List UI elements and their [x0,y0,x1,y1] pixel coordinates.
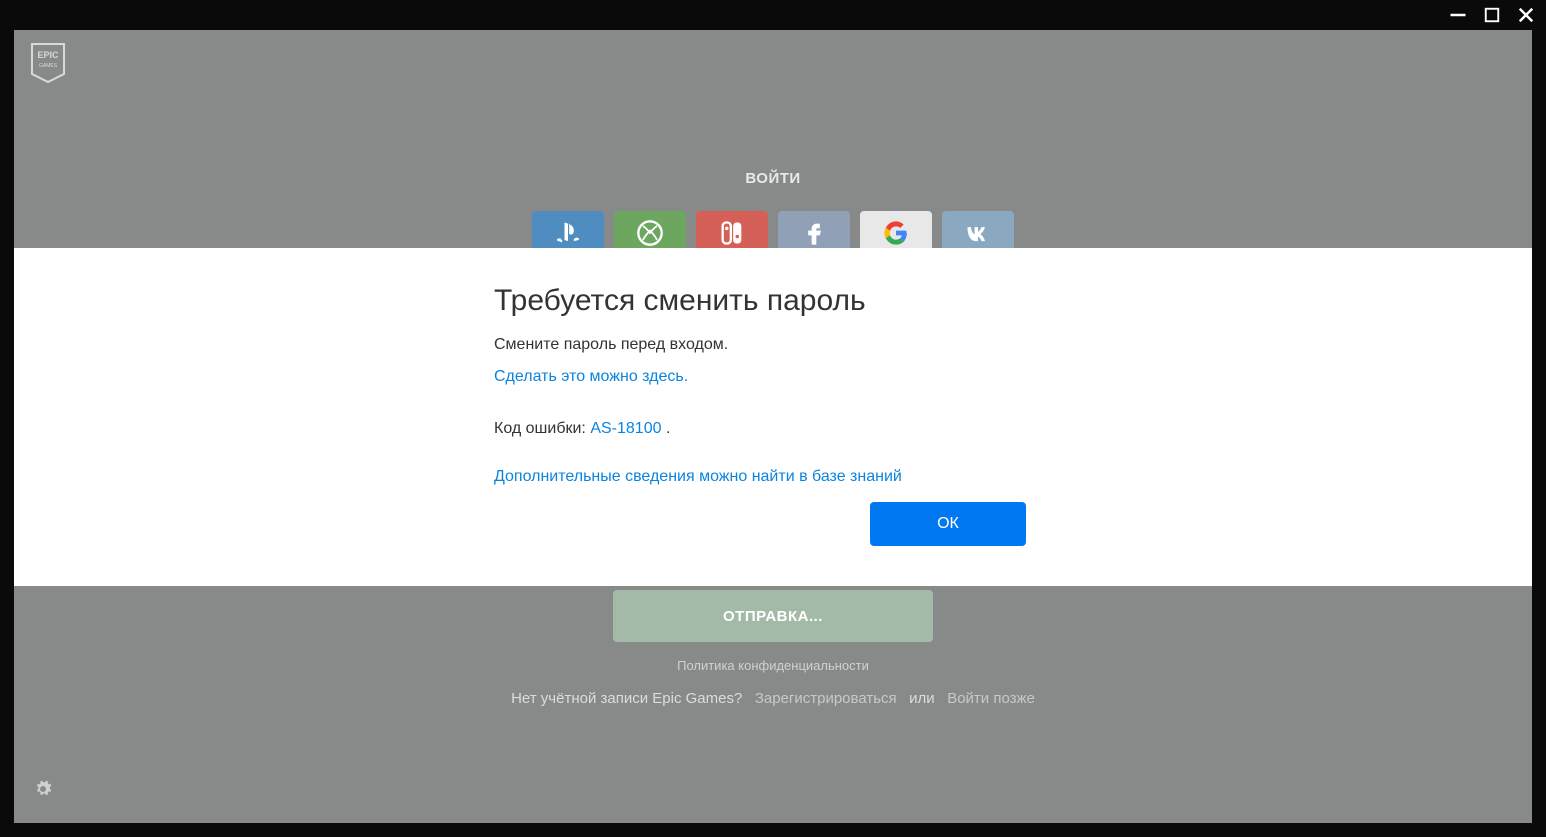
login-title: ВОЙТИ [523,170,1023,187]
or-text: или [909,690,935,707]
change-password-link[interactable]: Сделать это можно здесь. [494,368,688,385]
switch-icon [718,219,746,247]
facebook-icon [800,219,828,247]
close-icon [1516,5,1536,25]
minimize-button[interactable] [1448,5,1468,25]
vk-icon [964,219,992,247]
knowledge-base-link[interactable]: Дополнительные сведения можно найти в ба… [494,468,1054,486]
epic-games-logo: EPIC GAMES [30,42,66,84]
svg-text:GAMES: GAMES [39,63,58,69]
error-code-row: Код ошибки: AS-18100 . [494,420,1054,438]
maximize-icon [1482,5,1502,25]
close-button[interactable] [1516,5,1536,25]
error-code-link[interactable]: AS-18100 [590,420,661,437]
modal-message: Смените пароль перед входом. [494,336,1054,354]
register-link[interactable]: Зарегистрироваться [755,690,897,707]
modal-content: Требуется сменить пароль Смените пароль … [494,284,1054,486]
svg-text:EPIC: EPIC [37,50,59,60]
error-code-suffix: . [666,420,670,437]
error-code-label: Код ошибки: [494,420,586,437]
playstation-icon [554,219,582,247]
google-icon [882,219,910,247]
modal-dialog: Требуется сменить пароль Смените пароль … [14,248,1532,586]
submit-area: ОТПРАВКА... Политика конфиденциальности [613,590,933,673]
modal-title: Требуется сменить пароль [494,284,1054,318]
submit-button[interactable]: ОТПРАВКА... [613,590,933,642]
gear-icon [34,780,52,798]
privacy-policy-link[interactable]: Политика конфиденциальности [613,658,933,673]
login-later-link[interactable]: Войти позже [947,690,1035,707]
maximize-button[interactable] [1482,5,1502,25]
account-prompt: Нет учётной записи Epic Games? Зарегистр… [423,690,1123,707]
xbox-icon [636,219,664,247]
settings-button[interactable] [34,780,52,803]
login-area: ВОЙТИ [523,170,1023,255]
ok-button[interactable]: ОК [870,502,1026,546]
minimize-icon [1448,5,1468,25]
titlebar [0,0,1546,30]
no-account-text: Нет учётной записи Epic Games? [511,690,742,707]
